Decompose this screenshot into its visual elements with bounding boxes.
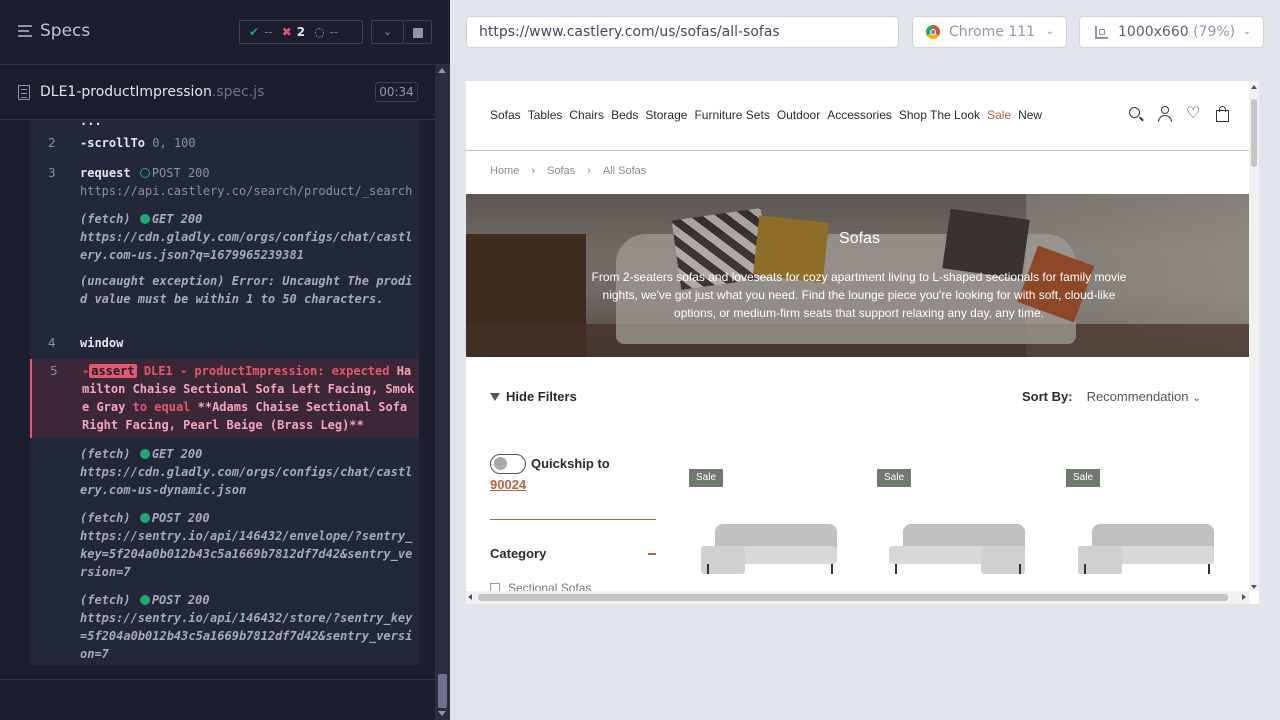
scroll-thumb[interactable] [438, 674, 447, 708]
failed-stat: ✖ 2 [281, 25, 306, 39]
log-scrollbar[interactable] [435, 64, 450, 720]
search-icon[interactable] [1128, 106, 1144, 122]
quickship-label: Quickship to [531, 456, 610, 471]
specs-title[interactable]: Specs [40, 21, 90, 41]
nav-sale[interactable]: Sale [987, 108, 1011, 122]
product-image[interactable] [701, 524, 837, 584]
hero-banner: Sofas From 2-seaters sofas and loveseats… [466, 194, 1249, 357]
viewport-icon [1095, 26, 1108, 39]
sale-badge: Sale [877, 469, 911, 487]
fetch-row[interactable]: (fetch) POST 200 https://sentry.io/api/14… [30, 509, 419, 583]
product-image[interactable] [1078, 524, 1214, 584]
pending-stat: ◌ -- [314, 25, 339, 39]
scroll-thumb[interactable] [1251, 99, 1257, 167]
status-dot-icon [139, 168, 150, 178]
clipped-command: ... [80, 120, 102, 128]
chevron-down-icon: ⌄ [382, 25, 393, 38]
product-card[interactable]: Sale [877, 469, 1047, 604]
aut-frame: Sofas Tables Chairs Beds Storage Furniture Se… [466, 81, 1259, 604]
scroll-left-icon[interactable] [468, 594, 472, 600]
chevron-down-icon: ⌄ [1242, 26, 1251, 37]
status-dot-icon [139, 214, 150, 224]
command-row[interactable]: 2 -scrollTo 0, 100 [30, 134, 419, 152]
nav-storage[interactable]: Storage [645, 108, 687, 122]
assert-badge: assert [89, 364, 137, 378]
specs-header: Specs ✔ -- ✖ 2 ◌ -- ⌄ [0, 0, 435, 64]
x-icon: ✖ [281, 25, 292, 39]
scroll-up-icon[interactable] [438, 68, 446, 73]
scroll-up-icon[interactable] [1251, 85, 1257, 89]
wishlist-heart-icon[interactable]: ♡ [1186, 106, 1202, 122]
fetch-row[interactable]: (fetch) GET 200 https://cdn.gladly.com/or… [30, 210, 419, 266]
nav-chairs[interactable]: Chairs [569, 108, 604, 122]
scroll-thumb[interactable] [478, 594, 1228, 601]
passed-stat: ✔ -- [249, 25, 273, 39]
exception-row[interactable]: (uncaught exception) Error: Uncaught The… [30, 272, 419, 328]
crumb-home[interactable]: Home [490, 165, 519, 177]
spec-duration: 00:34 [375, 82, 418, 102]
sale-badge: Sale [1066, 469, 1100, 487]
crumb-sofas[interactable]: Sofas [547, 165, 575, 177]
nav-accessories[interactable]: Accessories [827, 108, 892, 122]
hero-title: Sofas [839, 230, 880, 247]
nav-furniture-sets[interactable]: Furniture Sets [694, 108, 769, 122]
nav-tables[interactable]: Tables [528, 108, 563, 122]
file-icon [18, 85, 30, 100]
spec-file-bar: DLE1-productImpression.spec.js 00:34 [0, 64, 435, 120]
frame-vertical-scrollbar[interactable] [1249, 81, 1259, 591]
sale-badge: Sale [689, 469, 723, 487]
product-image[interactable] [889, 524, 1025, 584]
account-icon[interactable] [1157, 106, 1173, 122]
site-nav: Sofas Tables Chairs Beds Storage Furniture Se… [490, 108, 1049, 122]
quickship-toggle[interactable] [490, 454, 526, 474]
command-log: ... 2 -scrollTo 0, 100 3 request POST 20… [0, 120, 435, 680]
chrome-icon [926, 25, 940, 39]
nav-shop-the-look[interactable]: Shop The Look [899, 108, 980, 122]
viewport-select[interactable]: 1000x660 (79%) ⌄ [1079, 16, 1264, 48]
breadcrumb: Home › Sofas › All Sofas [490, 165, 647, 177]
failed-assert-row[interactable]: 5 - assert DLE1 - productImpression: expe… [30, 359, 419, 438]
stats-group: ✔ -- ✖ 2 ◌ -- [239, 20, 363, 44]
runner-footer [0, 679, 435, 720]
status-dot-icon [139, 595, 150, 605]
frame-horizontal-scrollbar[interactable] [466, 591, 1249, 604]
nav-sofas[interactable]: Sofas [490, 108, 521, 122]
command-row[interactable]: 3 request POST 200 https://api.castlery.c… [30, 164, 419, 204]
menu-icon[interactable] [18, 25, 32, 37]
scroll-right-icon[interactable] [1242, 594, 1246, 600]
sort-dropdown[interactable]: Sort By: Recommendation ⌄ [1022, 389, 1201, 404]
command-row[interactable]: 4 window [30, 334, 419, 354]
filter-icon [490, 393, 500, 401]
status-dot-icon [139, 449, 150, 459]
category-heading[interactable]: Category [490, 546, 546, 561]
runner-panel: Specs ✔ -- ✖ 2 ◌ -- ⌄ DLE1-productImpressio… [0, 0, 450, 720]
stop-icon [413, 28, 423, 38]
fetch-row[interactable]: (fetch) POST 200 https://sentry.io/api/14… [30, 591, 419, 665]
nav-beds[interactable]: Beds [611, 108, 638, 122]
expand-button[interactable]: ⌄ [371, 20, 404, 44]
cart-bag-icon[interactable] [1215, 106, 1231, 122]
status-dot-icon [139, 513, 150, 523]
scroll-down-icon[interactable] [1251, 585, 1257, 589]
browser-select[interactable]: Chrome 111 ⌄ [912, 16, 1067, 48]
product-card[interactable]: Sale [689, 469, 859, 604]
collapse-minus-icon[interactable] [648, 553, 656, 555]
nav-outdoor[interactable]: Outdoor [777, 108, 820, 122]
crumb-all-sofas: All Sofas [602, 165, 647, 177]
nav-new[interactable]: New [1018, 108, 1042, 122]
product-card[interactable]: Sale [1066, 469, 1236, 604]
spec-filename[interactable]: DLE1-productImpression.spec.js [40, 84, 264, 100]
chevron-down-icon: ⌄ [1045, 26, 1054, 37]
scroll-down-icon[interactable] [438, 711, 446, 716]
chevron-down-icon: ⌄ [1192, 393, 1201, 404]
zip-link[interactable]: 90024 [490, 477, 526, 492]
stop-button[interactable] [404, 20, 432, 44]
hero-description: From 2-seaters sofas and loveseats for c… [591, 270, 1127, 320]
url-field[interactable]: https://www.castlery.com/us/sofas/all-so… [466, 16, 899, 48]
check-icon: ✔ [249, 25, 260, 39]
fetch-row[interactable]: (fetch) GET 200 https://cdn.gladly.com/or… [30, 445, 419, 501]
hide-filters-button[interactable]: Hide Filters [490, 389, 577, 404]
spinner-icon: ◌ [314, 25, 325, 39]
